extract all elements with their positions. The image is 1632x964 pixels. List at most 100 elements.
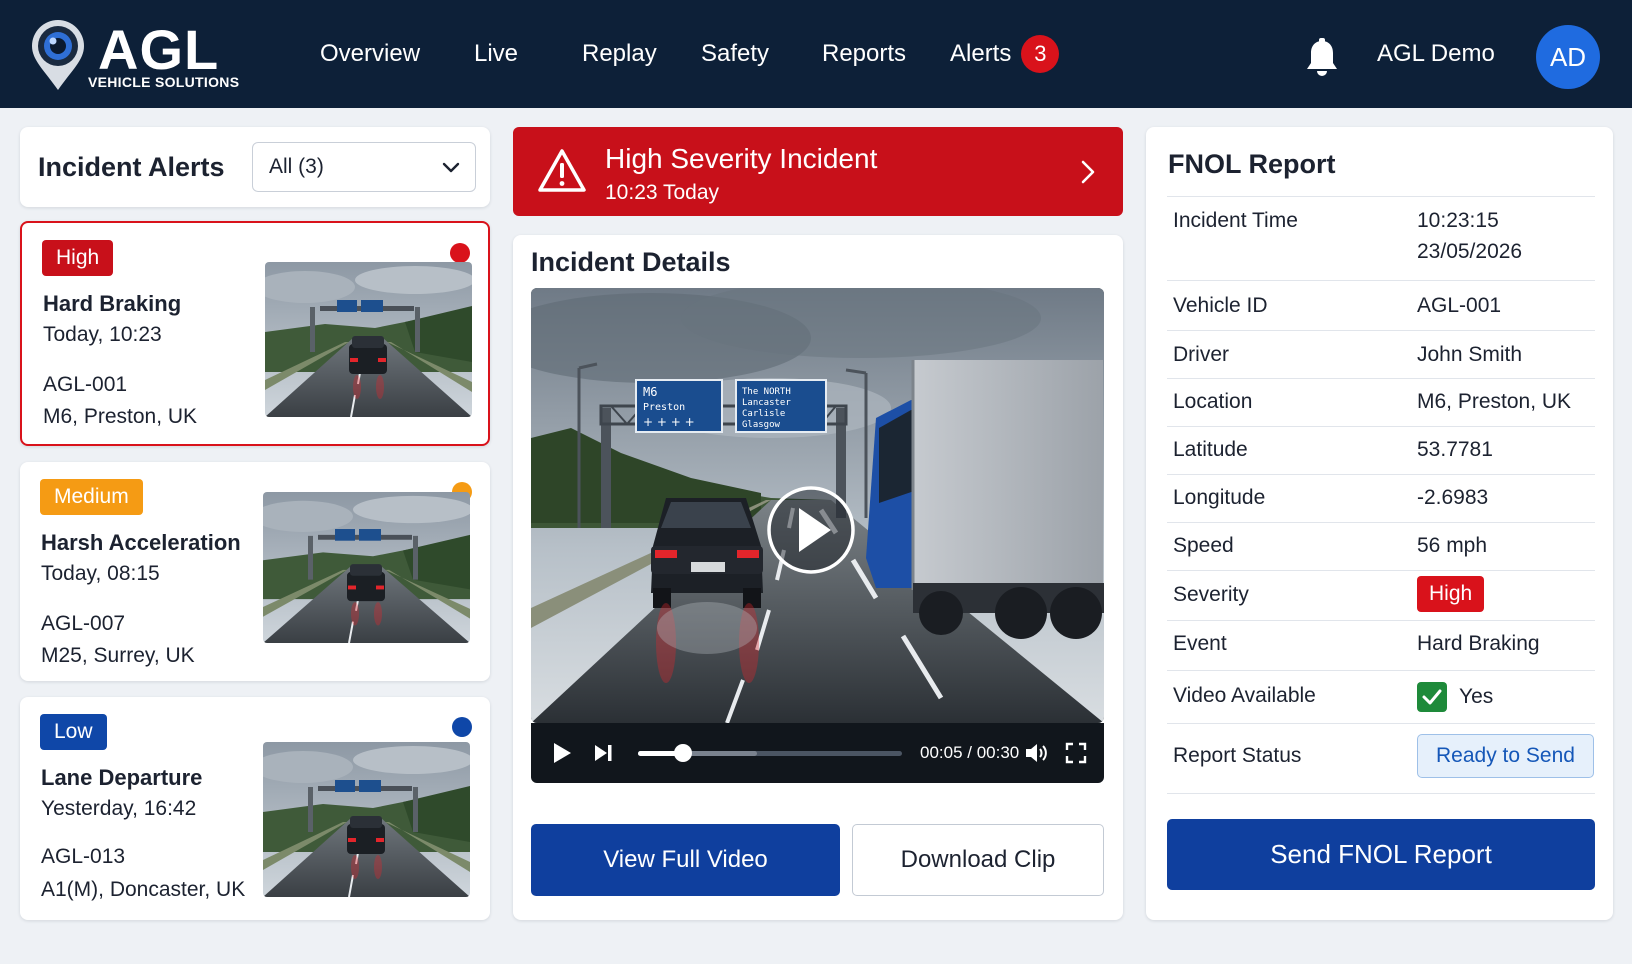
dashcam-frame: M6 Preston + + + + The NORTH Lancaster C… bbox=[531, 288, 1104, 723]
field-value: -2.6983 bbox=[1417, 486, 1489, 509]
field-label: Driver bbox=[1173, 343, 1229, 366]
field-label: Severity bbox=[1173, 583, 1249, 606]
fnol-row-severity: Severity High bbox=[1167, 570, 1595, 620]
checkmark-icon bbox=[1422, 689, 1442, 705]
fnol-row-location: Location M6, Preston, UK bbox=[1167, 378, 1595, 426]
high-severity-banner[interactable]: High Severity Incident 10:23 Today bbox=[513, 127, 1123, 216]
severity-badge: Medium bbox=[40, 479, 143, 515]
video-scrubber-handle[interactable] bbox=[673, 744, 692, 762]
incident-vehicle: AGL-007 bbox=[41, 612, 126, 635]
fnol-row-latitude: Latitude 53.7781 bbox=[1167, 426, 1595, 474]
incident-location: M6, Preston, UK bbox=[43, 405, 198, 428]
field-label: Video Available bbox=[1173, 684, 1316, 707]
nav-overview[interactable]: Overview bbox=[320, 0, 420, 108]
fnol-row-report-status: Report Status Ready to Send bbox=[1167, 723, 1595, 794]
video-controls: 00:05 / 00:30 bbox=[531, 723, 1104, 783]
user-name[interactable]: AGL Demo bbox=[1377, 0, 1495, 108]
field-label: Report Status bbox=[1173, 744, 1302, 767]
field-value: Hard Braking bbox=[1417, 632, 1540, 655]
severity-badge: Low bbox=[40, 714, 107, 750]
incident-title: Hard Braking bbox=[43, 291, 182, 316]
status-dot bbox=[452, 717, 472, 737]
incident-details-panel: Incident Details M6 Preston + + + + The … bbox=[513, 235, 1123, 920]
fnol-row-incident-time: Incident Time 10:23:15 23/05/2026 bbox=[1167, 196, 1595, 280]
field-value: 53.7781 bbox=[1417, 438, 1493, 461]
alerts-filter-select[interactable]: All (3) bbox=[252, 142, 476, 192]
incident-time: Today, 08:15 bbox=[41, 562, 160, 585]
avatar[interactable]: AD bbox=[1536, 25, 1600, 89]
brand-name: AGL bbox=[98, 18, 220, 81]
incident-time-value: 10:23:15 bbox=[1417, 209, 1499, 232]
field-label: Latitude bbox=[1173, 438, 1248, 461]
field-label: Vehicle ID bbox=[1173, 294, 1268, 317]
incident-video-player[interactable]: M6 Preston + + + + The NORTH Lancaster C… bbox=[531, 288, 1104, 723]
field-label: Incident Time bbox=[1173, 209, 1298, 232]
severity-badge: High bbox=[1417, 576, 1485, 612]
alerts-count-badge: 3 bbox=[1021, 35, 1060, 73]
incident-time: Yesterday, 16:42 bbox=[41, 797, 197, 820]
sign-line-2: Lancaster bbox=[742, 398, 791, 408]
incident-card-hard-braking[interactable]: High Hard Braking Today, 10:23 AGL-001 M… bbox=[20, 221, 490, 446]
fnol-row-speed: Speed 56 mph bbox=[1167, 522, 1595, 570]
video-time-readout: 00:05 / 00:30 bbox=[920, 743, 1020, 762]
volume-icon[interactable] bbox=[1024, 742, 1048, 764]
field-label: Longitude bbox=[1173, 486, 1266, 509]
view-full-video-button[interactable]: View Full Video bbox=[531, 824, 840, 896]
video-available-value: Yes bbox=[1459, 685, 1494, 708]
brand-logo[interactable]: AGL VEHICLE SOLUTIONS bbox=[28, 18, 258, 94]
skip-forward-icon[interactable] bbox=[593, 743, 613, 763]
incident-time: Today, 10:23 bbox=[43, 323, 162, 346]
fnol-row-vehicle-id: Vehicle ID AGL-001 bbox=[1167, 280, 1595, 330]
send-fnol-report-button[interactable]: Send FNOL Report bbox=[1167, 819, 1595, 890]
status-dot bbox=[450, 243, 470, 263]
nav-live[interactable]: Live bbox=[474, 0, 518, 108]
incident-location: A1(M), Doncaster, UK bbox=[41, 878, 246, 901]
bell-icon[interactable] bbox=[1305, 38, 1339, 78]
sign-line-3: Carlisle bbox=[742, 409, 785, 419]
incident-thumbnail[interactable] bbox=[263, 492, 470, 643]
field-label: Location bbox=[1173, 390, 1253, 413]
nav-alerts-label: Alerts bbox=[950, 40, 1012, 67]
sign-destination: Preston bbox=[643, 402, 685, 413]
fnol-row-video-available: Video Available Yes bbox=[1167, 670, 1595, 723]
warning-triangle-icon bbox=[538, 149, 586, 192]
sign-line-4: Glasgow bbox=[742, 420, 781, 430]
sign-road-number: M6 bbox=[643, 385, 657, 399]
banner-title: High Severity Incident bbox=[605, 143, 878, 174]
fnol-report-panel: FNOL Report Incident Time 10:23:15 23/05… bbox=[1146, 127, 1613, 920]
incident-title: Harsh Acceleration bbox=[41, 530, 241, 555]
fullscreen-icon[interactable] bbox=[1065, 742, 1087, 764]
incident-thumbnail[interactable] bbox=[265, 262, 472, 417]
nav-alerts[interactable]: Alerts 3 bbox=[950, 0, 1060, 108]
sign-line-1: The NORTH bbox=[742, 387, 791, 397]
incident-card-harsh-acceleration[interactable]: Medium Harsh Acceleration Today, 08:15 A… bbox=[20, 462, 490, 681]
incident-card-lane-departure[interactable]: Low Lane Departure Yesterday, 16:42 AGL-… bbox=[20, 697, 490, 920]
fnol-row-longitude: Longitude -2.6983 bbox=[1167, 474, 1595, 522]
video-available-checkbox[interactable] bbox=[1417, 682, 1447, 712]
chevron-right-icon bbox=[1081, 160, 1095, 184]
nav-replay[interactable]: Replay bbox=[582, 0, 657, 108]
camera-pin-icon bbox=[32, 20, 84, 90]
field-value: AGL-001 bbox=[1417, 294, 1502, 317]
field-label: Speed bbox=[1173, 534, 1234, 557]
incident-alerts-title: Incident Alerts bbox=[38, 151, 225, 182]
alerts-filter-value: All (3) bbox=[269, 155, 324, 178]
nav-safety[interactable]: Safety bbox=[701, 0, 769, 108]
incident-title: Lane Departure bbox=[41, 765, 203, 790]
incident-vehicle: AGL-013 bbox=[41, 845, 126, 868]
brand-tagline: VEHICLE SOLUTIONS bbox=[88, 74, 240, 90]
download-clip-button[interactable]: Download Clip bbox=[852, 824, 1104, 896]
video-progress-bar[interactable] bbox=[638, 744, 902, 762]
incident-alerts-header: Incident Alerts All (3) bbox=[20, 127, 490, 207]
nav-reports[interactable]: Reports bbox=[822, 0, 906, 108]
play-icon[interactable] bbox=[551, 741, 573, 765]
chevron-down-icon bbox=[442, 162, 460, 173]
fnol-title: FNOL Report bbox=[1168, 149, 1336, 179]
incident-thumbnail[interactable] bbox=[263, 742, 470, 897]
svg-text:+ + + +: + + + + bbox=[643, 415, 695, 429]
incident-date-value: 23/05/2026 bbox=[1417, 240, 1523, 263]
severity-badge: High bbox=[42, 240, 114, 276]
report-status-badge: Ready to Send bbox=[1417, 734, 1594, 778]
banner-subtitle: 10:23 Today bbox=[605, 181, 720, 204]
field-label: Event bbox=[1173, 632, 1227, 655]
